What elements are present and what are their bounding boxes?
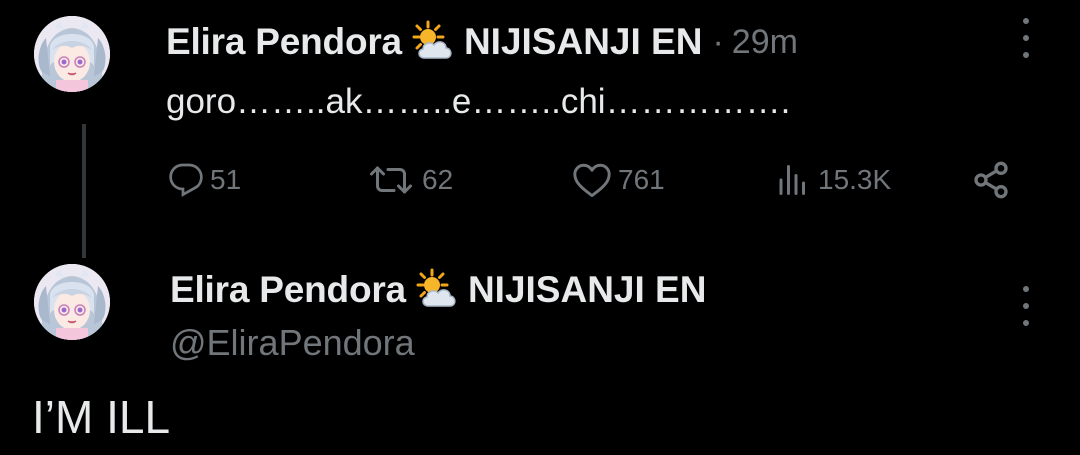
tweet-header: Elira Pendora NIJISANJI EN · 29m: [166, 18, 798, 66]
tweet-text: goro……..ak……..e……..chi…………….: [166, 82, 791, 121]
repost-count: 62: [422, 164, 454, 195]
avatar[interactable]: [34, 16, 110, 92]
like-count: 761: [618, 164, 665, 195]
separator-dot: ·: [712, 22, 724, 61]
affiliation-label: NIJISANJI EN: [467, 269, 707, 310]
timestamp[interactable]: 29m: [732, 23, 798, 62]
more-options-icon[interactable]: [1021, 286, 1031, 326]
more-options-icon[interactable]: [1021, 18, 1031, 58]
avatar-image: [34, 16, 110, 92]
display-name[interactable]: Elira Pendora: [166, 21, 402, 63]
reply-count: 51: [210, 164, 242, 195]
sun-behind-cloud-icon: [410, 20, 456, 64]
like-button[interactable]: 761: [572, 158, 665, 202]
share-button[interactable]: [970, 158, 1012, 202]
share-icon: [974, 161, 1008, 199]
avatar[interactable]: [34, 264, 110, 340]
user-handle[interactable]: @EliraPendora: [170, 322, 415, 364]
tweet-header: Elira Pendora NIJISANJI EN: [170, 266, 706, 314]
views-chart-icon: [779, 165, 805, 195]
reply-icon: [169, 163, 203, 197]
repost-icon: [370, 166, 412, 194]
views-button[interactable]: 15.3K: [774, 158, 891, 202]
sun-behind-cloud-icon: [414, 268, 460, 312]
views-count: 15.3K: [818, 164, 892, 195]
repost-button[interactable]: 62: [366, 158, 453, 202]
reply-button[interactable]: 51: [168, 158, 241, 202]
thread-connector-line: [82, 124, 86, 258]
heart-icon: [573, 163, 611, 198]
display-name[interactable]: Elira Pendora: [170, 269, 406, 311]
affiliation-label: NIJISANJI EN: [463, 21, 703, 62]
avatar-image: [34, 264, 110, 340]
tweet-text: I’M ILL: [32, 391, 171, 443]
tweet-actions: 51 62 761 15.3K: [168, 158, 1028, 202]
